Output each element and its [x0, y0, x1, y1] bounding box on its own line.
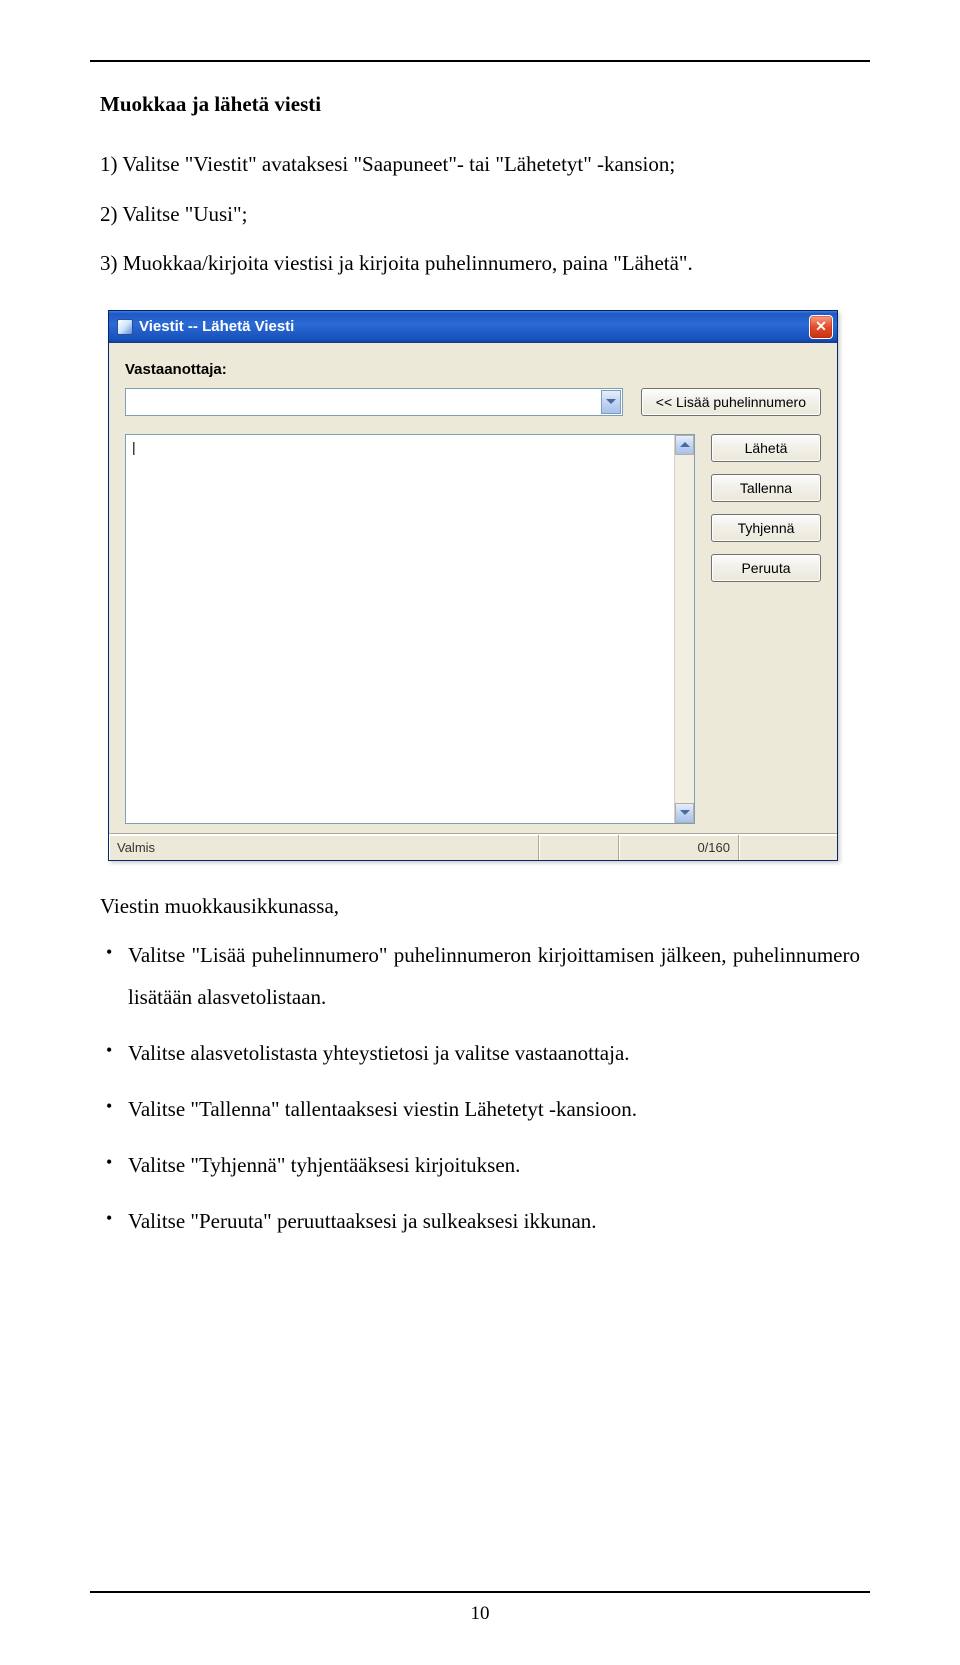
close-icon[interactable]: ✕ — [809, 315, 833, 339]
document-page: Muokkaa ja lähetä viesti 1) Valitse "Vie… — [0, 0, 960, 1665]
window-body: Vastaanottaja: << Lisää puhelinnumero — [109, 343, 837, 834]
footer-horizontal-rule — [90, 1591, 870, 1593]
save-button[interactable]: Tallenna — [711, 474, 821, 502]
scroll-down-icon[interactable] — [675, 803, 694, 823]
status-right — [739, 835, 837, 860]
page-number: 10 — [90, 1603, 870, 1625]
window-title: Viestit -- Lähetä Viesti — [139, 318, 294, 335]
bullet-item-save: Valitse "Tallenna" tallentaaksesi viesti… — [100, 1088, 860, 1130]
send-message-window: Viestit -- Lähetä Viesti ✕ Vastaanottaja… — [108, 310, 838, 861]
message-textarea[interactable] — [126, 435, 674, 823]
section-heading: Muokkaa ja lähetä viesti — [100, 92, 870, 117]
recipient-label: Vastaanottaja: — [125, 361, 821, 378]
add-phone-number-button[interactable]: << Lisää puhelinnumero — [641, 388, 821, 416]
action-button-column: Lähetä Tallenna Tyhjennä Peruuta — [711, 434, 821, 582]
bullet-item-add-number: Valitse "Lisää puhelinnumero" puhelinnum… — [100, 934, 860, 1018]
recipient-input[interactable] — [125, 388, 623, 416]
step-1: 1) Valitse "Viestit" avataksesi "Saapune… — [100, 149, 870, 181]
clear-button[interactable]: Tyhjennä — [711, 514, 821, 542]
scroll-up-icon[interactable] — [675, 435, 694, 455]
message-textarea-container — [125, 434, 695, 824]
window-titlebar[interactable]: Viestit -- Lähetä Viesti ✕ — [109, 311, 837, 343]
chevron-down-icon[interactable] — [601, 390, 621, 414]
status-mid — [539, 835, 619, 860]
bullet-item-clear: Valitse "Tyhjennä" tyhjentääksesi kirjoi… — [100, 1144, 860, 1186]
window-statusbar: Valmis 0/160 — [109, 834, 837, 860]
recipient-combo[interactable] — [125, 388, 623, 416]
top-horizontal-rule — [90, 60, 870, 62]
window-icon — [117, 319, 133, 335]
status-char-count: 0/160 — [619, 835, 739, 860]
page-footer: 10 — [90, 1591, 870, 1625]
after-window-intro: Viestin muokkausikkunassa, — [100, 891, 870, 923]
step-3: 3) Muokkaa/kirjoita viestisi ja kirjoita… — [100, 248, 870, 280]
send-button[interactable]: Lähetä — [711, 434, 821, 462]
bullet-list: Valitse "Lisää puhelinnumero" puhelinnum… — [90, 934, 870, 1242]
textarea-scrollbar[interactable] — [674, 435, 694, 823]
bullet-item-cancel: Valitse "Peruuta" peruuttaaksesi ja sulk… — [100, 1200, 860, 1242]
status-ready: Valmis — [109, 835, 539, 860]
cancel-button[interactable]: Peruuta — [711, 554, 821, 582]
step-2: 2) Valitse "Uusi"; — [100, 199, 870, 231]
bullet-item-select-contact: Valitse alasvetolistasta yhteystietosi j… — [100, 1032, 860, 1074]
